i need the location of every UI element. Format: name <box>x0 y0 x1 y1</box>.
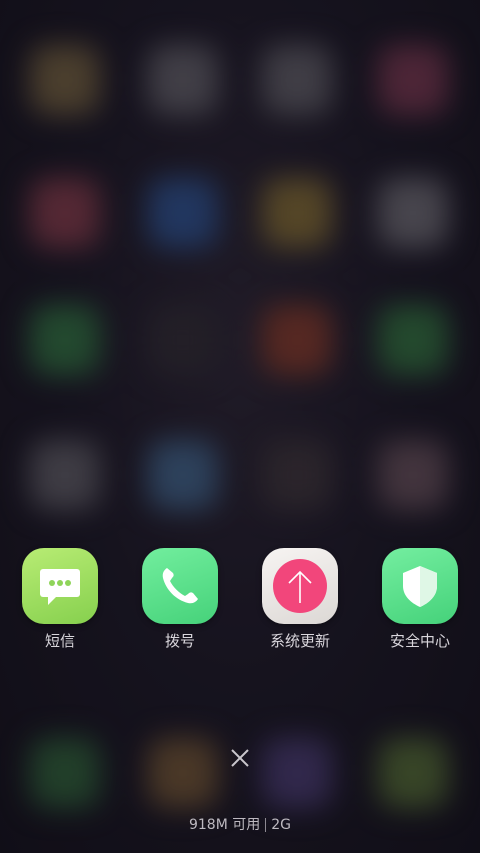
recent-app-label: 安全中心 <box>389 632 450 650</box>
memory-available-text: 918M 可用 <box>188 817 261 833</box>
recent-app-label: 短信 <box>44 632 75 650</box>
memory-total-text: 2G <box>271 817 292 833</box>
recent-app-messages[interactable]: 短信 <box>0 548 120 658</box>
recent-app-label: 拨号 <box>164 632 195 650</box>
recent-apps-row: 短信 拨号 系统更新 安全中心 <box>0 548 480 658</box>
memory-info: 918M 可用 2G <box>0 814 480 836</box>
background-dim-overlay <box>0 0 480 853</box>
recent-apps-screen: 短信 拨号 系统更新 安全中心 918M 可用 2G <box>0 0 480 853</box>
shield-icon[interactable] <box>382 548 458 624</box>
recent-app-label: 系统更新 <box>269 632 330 650</box>
phone-handset-icon[interactable] <box>142 548 218 624</box>
recent-app-security-center[interactable]: 安全中心 <box>360 548 480 658</box>
close-x-icon[interactable] <box>224 742 256 774</box>
clear-all-button[interactable] <box>224 742 256 774</box>
memory-divider <box>265 818 267 832</box>
upload-arrow-icon[interactable] <box>262 548 338 624</box>
recent-app-phone[interactable]: 拨号 <box>120 548 240 658</box>
recent-app-system-update[interactable]: 系统更新 <box>240 548 360 658</box>
message-bubble-icon[interactable] <box>22 548 98 624</box>
